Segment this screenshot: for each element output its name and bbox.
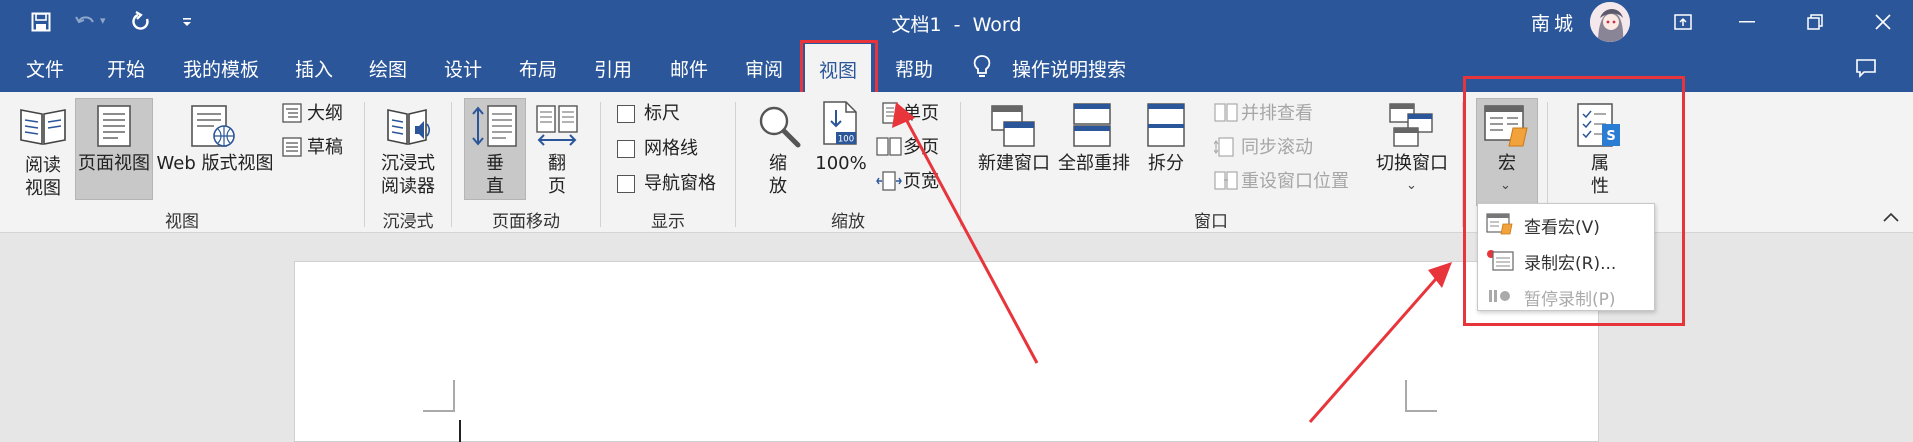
arrow-to-view-tab [898,107,1039,364]
arrow-to-macros [1308,271,1444,423]
arrow-to-view-tab-head [892,102,915,128]
annotation-arrows [892,102,1452,423]
